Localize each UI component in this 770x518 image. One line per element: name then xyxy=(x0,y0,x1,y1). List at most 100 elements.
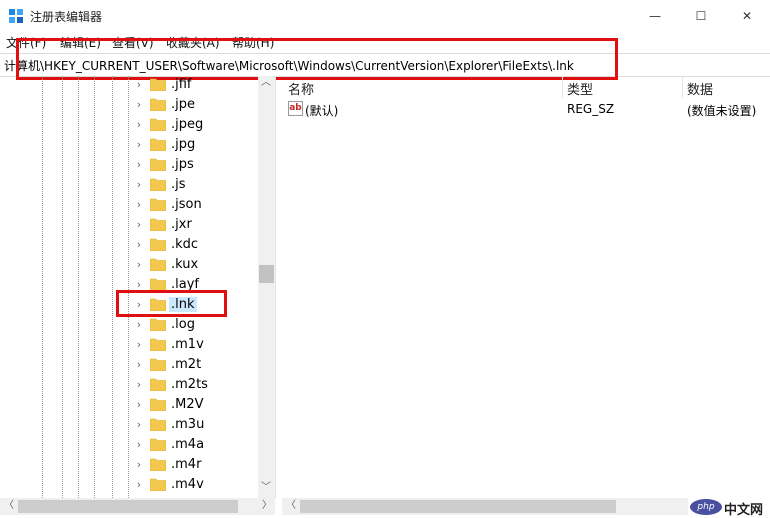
tree-item[interactable]: › .m1v xyxy=(0,335,258,355)
title-bar: 注册表编辑器 — ☐ ✕ xyxy=(0,0,770,32)
column-header-type[interactable]: 类型 xyxy=(567,79,593,98)
tree-item[interactable]: › .kux xyxy=(0,255,258,275)
folder-icon xyxy=(150,158,166,171)
folder-icon xyxy=(150,318,166,331)
tree-item[interactable]: › .js xyxy=(0,175,258,195)
tree-item[interactable]: › .m4v xyxy=(0,475,258,495)
tree-item-label: .jpeg xyxy=(171,117,204,132)
tree-item-label: .jfif xyxy=(171,77,192,92)
tree-item[interactable]: › .m2ts xyxy=(0,375,258,395)
scroll-left-icon[interactable]: 〈 xyxy=(286,500,296,512)
column-header-data[interactable]: 数据 xyxy=(687,79,713,98)
tree-hscroll-thumb[interactable] xyxy=(18,500,238,513)
tree-item[interactable]: › .jpeg xyxy=(0,115,258,135)
chevron-right-icon[interactable]: › xyxy=(133,398,145,412)
tree-item[interactable]: › .json xyxy=(0,195,258,215)
folder-icon xyxy=(150,478,166,491)
folder-icon xyxy=(150,78,166,91)
value-name: (默认) xyxy=(305,104,339,118)
watermark-text: 中文网 xyxy=(724,503,764,518)
registry-editor-icon xyxy=(9,9,23,23)
tree-item[interactable]: › .jxr xyxy=(0,215,258,235)
value-type: REG_SZ xyxy=(567,102,615,116)
tree-item-label: .jxr xyxy=(171,217,192,232)
close-button[interactable]: ✕ xyxy=(724,0,770,32)
folder-icon xyxy=(150,98,166,111)
tree-item[interactable]: › .jps xyxy=(0,155,258,175)
tree-item-label: .jpe xyxy=(171,97,195,112)
chevron-right-icon[interactable]: › xyxy=(133,98,145,112)
tree-item-label: .m3u xyxy=(171,417,205,432)
values-hscroll-thumb[interactable] xyxy=(300,500,616,513)
tree-item[interactable]: › .m2t xyxy=(0,355,258,375)
tree-item-label: .m4a xyxy=(171,437,205,452)
folder-icon xyxy=(150,118,166,131)
tree-item-label: .kdc xyxy=(171,237,199,252)
chevron-right-icon[interactable]: › xyxy=(133,338,145,352)
tree-vertical-scrollbar[interactable]: ︿ ﹀ xyxy=(258,76,275,498)
folder-icon xyxy=(150,258,166,271)
string-value-icon: ab xyxy=(288,101,303,116)
folder-icon xyxy=(150,418,166,431)
tree-item[interactable]: › .m4r xyxy=(0,455,258,475)
site-watermark: php 中文网 xyxy=(688,497,770,518)
folder-icon xyxy=(150,138,166,151)
tree-item-label: .kux xyxy=(171,257,199,272)
table-row[interactable]: ab (默认) REG_SZ (数值未设置) xyxy=(282,99,770,121)
scroll-down-icon[interactable]: ﹀ xyxy=(261,482,271,494)
chevron-right-icon[interactable]: › xyxy=(133,378,145,392)
scroll-up-icon[interactable]: ︿ xyxy=(261,77,271,89)
value-data: (数值未设置) xyxy=(687,104,757,118)
tree-item[interactable]: › .log xyxy=(0,315,258,335)
tree-item-label: .m4v xyxy=(171,477,204,492)
close-icon: ✕ xyxy=(741,9,753,23)
tree-item-label: .jps xyxy=(171,157,194,172)
chevron-right-icon[interactable]: › xyxy=(133,318,145,332)
folder-icon xyxy=(150,358,166,371)
folder-icon xyxy=(150,238,166,251)
tree-item[interactable]: › .kdc xyxy=(0,235,258,255)
folder-icon xyxy=(150,438,166,451)
chevron-right-icon[interactable]: › xyxy=(133,238,145,252)
minimize-icon: — xyxy=(649,9,661,23)
chevron-right-icon[interactable]: › xyxy=(133,138,145,152)
key-tree-pane: › .jfif › .jpe › .jpeg › .jpg › .jps › .js › .json › .j… xyxy=(0,76,276,498)
tree-item[interactable]: › .jfif xyxy=(0,76,258,95)
chevron-right-icon[interactable]: › xyxy=(133,118,145,132)
php-logo: php xyxy=(690,499,722,515)
tree-item[interactable]: › .m4a xyxy=(0,435,258,455)
chevron-right-icon[interactable]: › xyxy=(133,198,145,212)
chevron-right-icon[interactable]: › xyxy=(133,178,145,192)
chevron-right-icon[interactable]: › xyxy=(133,358,145,372)
tree-item-label: .jpg xyxy=(171,137,196,152)
column-header-name[interactable]: 名称 xyxy=(288,79,314,98)
chevron-right-icon[interactable]: › xyxy=(133,418,145,432)
tree-scroll-thumb[interactable] xyxy=(259,265,274,283)
chevron-right-icon[interactable]: › xyxy=(133,218,145,232)
tree-item[interactable]: › .M2V xyxy=(0,395,258,415)
chevron-right-icon[interactable]: › xyxy=(133,158,145,172)
tree-item-label: .M2V xyxy=(171,397,204,412)
scroll-left-icon[interactable]: 〈 xyxy=(4,500,14,512)
tree-item[interactable]: › .jpg xyxy=(0,135,258,155)
chevron-right-icon[interactable]: › xyxy=(133,458,145,472)
folder-icon xyxy=(150,458,166,471)
scroll-right-icon[interactable]: 〉 xyxy=(262,500,272,512)
folder-icon xyxy=(150,378,166,391)
tree-item-label: .m2t xyxy=(171,357,202,372)
chevron-right-icon[interactable]: › xyxy=(133,438,145,452)
tree-item-label: .m4r xyxy=(171,457,202,472)
chevron-right-icon[interactable]: › xyxy=(133,258,145,272)
column-divider[interactable] xyxy=(682,76,683,98)
tree-item-label: .m1v xyxy=(171,337,204,352)
column-divider[interactable] xyxy=(562,76,563,98)
tree-item-label: .m2ts xyxy=(171,377,208,392)
tree-item[interactable]: › .m3u xyxy=(0,415,258,435)
maximize-button[interactable]: ☐ xyxy=(678,0,724,32)
folder-icon xyxy=(150,398,166,411)
tree-item[interactable]: › .jpe xyxy=(0,95,258,115)
minimize-button[interactable]: — xyxy=(632,0,678,32)
folder-icon xyxy=(150,198,166,211)
chevron-right-icon[interactable]: › xyxy=(133,78,145,92)
chevron-right-icon[interactable]: › xyxy=(133,478,145,492)
